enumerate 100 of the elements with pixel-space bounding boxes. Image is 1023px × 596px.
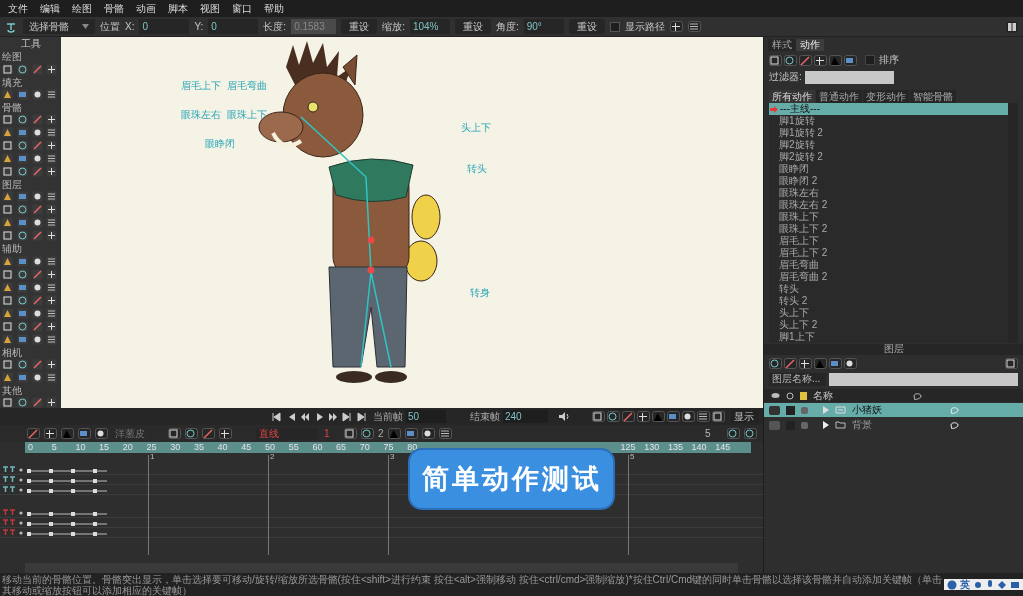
interpolation-dropdown[interactable]: 直线 xyxy=(256,427,318,440)
tool-icon[interactable] xyxy=(46,114,58,125)
tool-icon[interactable] xyxy=(31,358,43,370)
action-type-tab[interactable]: 所有动作 xyxy=(769,90,815,103)
tool-icon[interactable] xyxy=(16,153,28,164)
view-icon[interactable] xyxy=(667,411,680,422)
action-item[interactable]: 脚1旋转 2 xyxy=(769,127,1008,139)
tool-icon[interactable] xyxy=(31,397,43,408)
step-forward-icon[interactable] xyxy=(328,411,339,422)
tool-icon[interactable] xyxy=(46,204,58,216)
tool-icon[interactable] xyxy=(46,320,58,332)
new-layer-icon[interactable] xyxy=(1005,357,1018,369)
view-icon[interactable] xyxy=(607,411,620,422)
tool-icon[interactable] xyxy=(46,88,58,100)
input-field[interactable]: 104% xyxy=(409,19,450,34)
tool-icon[interactable] xyxy=(2,63,13,75)
keyframes-drawing[interactable] xyxy=(27,488,109,494)
action-item[interactable]: 转头 xyxy=(769,283,1008,295)
tool-icon[interactable] xyxy=(31,114,43,125)
action-item[interactable]: ---主线--- xyxy=(769,103,1008,115)
rewind-icon[interactable] xyxy=(272,411,283,422)
step-back-icon[interactable] xyxy=(300,411,311,422)
view-icon[interactable] xyxy=(682,411,695,422)
tool-icon[interactable] xyxy=(2,307,13,319)
view-icon[interactable] xyxy=(622,411,635,422)
tool-icon[interactable] xyxy=(31,204,43,216)
tool-icon[interactable] xyxy=(16,397,28,408)
tool-icon[interactable] xyxy=(2,294,13,306)
key-tool-icon[interactable] xyxy=(404,428,418,439)
tool-icon[interactable] xyxy=(16,358,28,370)
bone-icon[interactable] xyxy=(5,20,18,33)
tool-icon[interactable] xyxy=(46,333,58,345)
dot-icon[interactable] xyxy=(973,579,983,590)
eye-icon[interactable] xyxy=(771,392,780,399)
key-tool-icon[interactable] xyxy=(438,428,452,439)
tool-icon[interactable] xyxy=(46,191,58,203)
panel-tab[interactable]: 动作 xyxy=(796,39,824,51)
tool-icon[interactable] xyxy=(46,358,58,370)
keyframe-icon[interactable] xyxy=(361,428,374,439)
key-tool-icon[interactable] xyxy=(421,428,435,439)
tool-icon[interactable] xyxy=(31,320,43,332)
action-icon[interactable] xyxy=(784,54,797,66)
action-item[interactable]: 脚1上下 xyxy=(769,331,1008,343)
tool-icon[interactable] xyxy=(31,166,43,177)
action-item[interactable]: 转头 2 xyxy=(769,295,1008,307)
layer-filter-dropdown[interactable]: 图层名称... xyxy=(769,372,826,386)
reset-button[interactable]: 重设 xyxy=(454,19,491,34)
view-icon[interactable] xyxy=(592,411,605,422)
input-field[interactable]: 50 xyxy=(406,410,446,423)
next-frame-icon[interactable] xyxy=(342,411,353,422)
layer-tool-icon[interactable] xyxy=(784,357,797,369)
mode-icon[interactable] xyxy=(44,428,57,439)
tool-icon[interactable] xyxy=(31,127,43,138)
tool-icon[interactable] xyxy=(16,294,28,306)
tool-icon[interactable] xyxy=(16,140,28,151)
tool-icon[interactable] xyxy=(31,333,43,345)
tool-icon[interactable] xyxy=(16,307,28,319)
tool-icon[interactable] xyxy=(16,191,28,203)
keyframes-drawing[interactable] xyxy=(27,478,109,484)
action-type-tab[interactable]: 变形动作 xyxy=(863,90,909,103)
menu-item[interactable]: 脚本 xyxy=(162,3,194,14)
action-item[interactable]: 眉毛弯曲 2 xyxy=(769,271,1008,283)
tool-icon[interactable] xyxy=(31,230,43,242)
tool-icon[interactable] xyxy=(46,268,58,280)
keyframes-drawing[interactable] xyxy=(27,521,109,527)
visibility-icon[interactable] xyxy=(769,405,780,415)
reset-button[interactable]: 重设 xyxy=(341,19,378,34)
zoom-dropdown[interactable]: 5 xyxy=(703,427,723,440)
action-item[interactable]: 眉毛上下 xyxy=(769,235,1008,247)
tool-icon[interactable] xyxy=(16,88,28,100)
tool-icon[interactable] xyxy=(31,63,43,75)
tool-icon[interactable] xyxy=(2,204,13,216)
end-icon[interactable] xyxy=(356,411,367,422)
checkbox[interactable] xyxy=(609,21,620,32)
action-icon[interactable] xyxy=(769,54,782,66)
keyframes-drawing[interactable] xyxy=(27,511,109,517)
tool-icon[interactable] xyxy=(46,166,58,177)
tool-icon[interactable] xyxy=(16,230,28,242)
action-item[interactable]: 脚2旋转 2 xyxy=(769,151,1008,163)
action-item[interactable]: 头上下 2 xyxy=(769,319,1008,331)
tool-icon[interactable] xyxy=(16,371,28,383)
action-type-tab[interactable]: 普通动作 xyxy=(816,90,862,103)
layer-row[interactable]: 小猪妖 xyxy=(764,403,1023,417)
panel-tab[interactable]: 样式 xyxy=(768,39,796,51)
mode-icon[interactable] xyxy=(95,428,108,439)
action-type-tab[interactable]: 智能骨骼 xyxy=(910,90,956,103)
play-icon[interactable] xyxy=(314,411,325,422)
action-item[interactable]: 眼珠上下 xyxy=(769,211,1008,223)
view-icon[interactable] xyxy=(637,411,650,422)
action-item[interactable]: 眼珠左右 xyxy=(769,187,1008,199)
tool-icon[interactable] xyxy=(31,153,43,164)
tool-icon[interactable] xyxy=(31,268,43,280)
tool-icon[interactable] xyxy=(16,114,28,125)
view-icon[interactable] xyxy=(712,411,725,422)
input-field[interactable]: 90° xyxy=(523,19,564,34)
action-icon[interactable] xyxy=(844,54,857,66)
action-icon[interactable] xyxy=(799,54,812,66)
tool-icon[interactable] xyxy=(16,255,28,267)
menu-item[interactable]: 骨骼 xyxy=(98,3,130,14)
speaker-icon[interactable] xyxy=(558,411,570,422)
